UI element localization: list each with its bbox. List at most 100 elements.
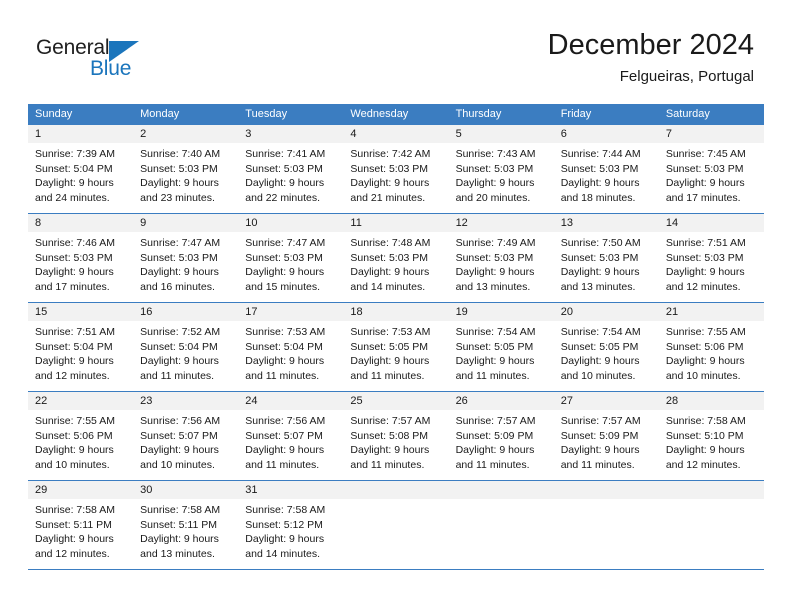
daylight-text-line1: Daylight: 9 hours (140, 533, 219, 546)
day-details: Sunrise: 7:52 AM Sunset: 5:04 PM Daylight:… (133, 321, 238, 383)
sunrise-text: Sunrise: 7:54 AM (560, 326, 641, 338)
day-number: 16 (133, 303, 239, 321)
daylight-text-line2: and 14 minutes. (245, 547, 320, 560)
sunset-text: Sunset: 5:09 PM (560, 429, 639, 442)
sunset-text: Sunset: 5:04 PM (35, 340, 113, 353)
sunset-text: Sunset: 5:05 PM (560, 340, 639, 353)
day-details: Sunrise: 7:54 AM Sunset: 5:05 PM Daylight:… (554, 321, 659, 383)
day-cell[interactable]: 16 Sunrise: 7:52 AM Sunset: 5:04 PM Dayligh… (133, 303, 239, 391)
sunset-text: Sunset: 5:03 PM (455, 162, 534, 175)
day-number: 15 (28, 303, 134, 321)
day-cell[interactable]: 4 Sunrise: 7:42 AM Sunset: 5:03 PM Daylight… (343, 125, 449, 213)
day-cell[interactable]: 8 Sunrise: 7:46 AM Sunset: 5:03 PM Daylight… (28, 214, 134, 302)
day-cell[interactable]: 17 Sunrise: 7:53 AM Sunset: 5:04 PM Dayligh… (238, 303, 344, 391)
sunset-text: Sunset: 5:07 PM (140, 429, 218, 442)
daylight-text-line1: Daylight: 9 hours (140, 266, 219, 279)
day-cell[interactable]: 14 Sunrise: 7:51 AM Sunset: 5:03 PM Dayligh… (658, 214, 764, 302)
day-cell[interactable]: 9 Sunrise: 7:47 AM Sunset: 5:03 PM Daylight… (133, 214, 239, 302)
sunset-text: Sunset: 5:03 PM (665, 162, 744, 175)
daylight-text-line2: and 14 minutes. (350, 280, 426, 293)
sunrise-text: Sunrise: 7:41 AM (245, 148, 326, 160)
sunset-text: Sunset: 5:05 PM (455, 340, 534, 353)
day-number: 13 (553, 214, 659, 232)
sunrise-text: Sunrise: 7:51 AM (35, 326, 115, 338)
day-cell[interactable]: 1 Sunrise: 7:39 AM Sunset: 5:04 PM Daylight… (28, 125, 134, 213)
daylight-text-line2: and 11 minutes. (455, 369, 530, 382)
day-cell[interactable]: 29 Sunrise: 7:58 AM Sunset: 5:11 PM Dayligh… (28, 481, 134, 569)
brand-logo[interactable]: General Blue (36, 36, 176, 88)
sunrise-text: Sunrise: 7:53 AM (245, 326, 326, 338)
sunrise-text: Sunrise: 7:43 AM (455, 148, 536, 160)
day-cell[interactable]: 31 Sunrise: 7:58 AM Sunset: 5:12 PM Dayligh… (238, 481, 344, 569)
day-cell[interactable]: 15 Sunrise: 7:51 AM Sunset: 5:04 PM Dayligh… (28, 303, 134, 391)
day-cell[interactable]: 10 Sunrise: 7:47 AM Sunset: 5:03 PM Dayligh… (238, 214, 344, 302)
day-cell[interactable]: 13 Sunrise: 7:50 AM Sunset: 5:03 PM Dayligh… (553, 214, 659, 302)
daylight-text-line2: and 16 minutes. (140, 280, 215, 293)
sunrise-text: Sunrise: 7:57 AM (350, 415, 431, 427)
day-cell[interactable]: 24 Sunrise: 7:56 AM Sunset: 5:07 PM Dayligh… (238, 392, 344, 480)
day-cell[interactable]: 26 Sunrise: 7:57 AM Sunset: 5:09 PM Dayligh… (448, 392, 554, 480)
day-cell[interactable]: 19 Sunrise: 7:54 AM Sunset: 5:05 PM Dayligh… (448, 303, 554, 391)
day-cell[interactable]: 27 Sunrise: 7:57 AM Sunset: 5:09 PM Dayligh… (553, 392, 659, 480)
day-details: Sunrise: 7:39 AM Sunset: 5:04 PM Daylight:… (28, 143, 133, 205)
sunset-text: Sunset: 5:03 PM (350, 162, 429, 175)
day-cell[interactable]: 12 Sunrise: 7:49 AM Sunset: 5:03 PM Dayligh… (448, 214, 554, 302)
day-number (448, 481, 554, 499)
daylight-text-line2: and 11 minutes. (245, 458, 320, 471)
day-number: 21 (658, 303, 764, 321)
day-cell[interactable]: 11 Sunrise: 7:48 AM Sunset: 5:03 PM Dayligh… (343, 214, 449, 302)
daylight-text-line1: Daylight: 9 hours (350, 177, 430, 190)
day-cell[interactable]: 5 Sunrise: 7:43 AM Sunset: 5:03 PM Daylight… (448, 125, 554, 213)
sunrise-text: Sunrise: 7:47 AM (140, 237, 221, 249)
daylight-text-line1: Daylight: 9 hours (560, 266, 640, 279)
day-cell[interactable]: 6 Sunrise: 7:44 AM Sunset: 5:03 PM Daylight… (553, 125, 659, 213)
day-cell[interactable]: 2 Sunrise: 7:40 AM Sunset: 5:03 PM Daylight… (133, 125, 239, 213)
sunrise-text: Sunrise: 7:58 AM (140, 504, 221, 516)
day-details: Sunrise: 7:48 AM Sunset: 5:03 PM Daylight:… (343, 232, 448, 294)
day-cell[interactable]: 18 Sunrise: 7:53 AM Sunset: 5:05 PM Dayligh… (343, 303, 449, 391)
sunrise-text: Sunrise: 7:58 AM (665, 415, 746, 427)
day-cell-empty (658, 481, 764, 569)
daylight-text-line2: and 15 minutes. (245, 280, 320, 293)
day-cell[interactable]: 7 Sunrise: 7:45 AM Sunset: 5:03 PM Daylight… (658, 125, 764, 213)
week-row: 1 Sunrise: 7:39 AM Sunset: 5:04 PM Daylight… (28, 125, 764, 214)
day-cell[interactable]: 21 Sunrise: 7:55 AM Sunset: 5:06 PM Dayligh… (658, 303, 764, 391)
sunset-text: Sunset: 5:06 PM (35, 429, 113, 442)
day-details: Sunrise: 7:47 AM Sunset: 5:03 PM Daylight:… (133, 232, 238, 294)
sunset-text: Sunset: 5:03 PM (560, 162, 639, 175)
daylight-text-line1: Daylight: 9 hours (455, 355, 535, 368)
day-cell[interactable]: 28 Sunrise: 7:58 AM Sunset: 5:10 PM Dayligh… (658, 392, 764, 480)
day-cell[interactable]: 20 Sunrise: 7:54 AM Sunset: 5:05 PM Dayligh… (553, 303, 659, 391)
sunset-text: Sunset: 5:03 PM (35, 251, 113, 264)
page-subtitle: Felgueiras, Portugal (619, 68, 754, 85)
day-number: 3 (238, 125, 344, 143)
sunrise-text: Sunrise: 7:56 AM (140, 415, 221, 427)
day-cell[interactable]: 3 Sunrise: 7:41 AM Sunset: 5:03 PM Daylight… (238, 125, 344, 213)
daylight-text-line1: Daylight: 9 hours (665, 444, 745, 457)
weekday-header-friday: Friday (560, 108, 592, 120)
daylight-text-line1: Daylight: 9 hours (35, 355, 114, 368)
sunset-text: Sunset: 5:11 PM (35, 518, 112, 531)
day-cell[interactable]: 30 Sunrise: 7:58 AM Sunset: 5:11 PM Dayligh… (133, 481, 239, 569)
day-details: Sunrise: 7:51 AM Sunset: 5:03 PM Daylight:… (659, 232, 764, 294)
day-cell[interactable]: 22 Sunrise: 7:55 AM Sunset: 5:06 PM Dayligh… (28, 392, 134, 480)
sunset-text: Sunset: 5:04 PM (245, 340, 323, 353)
sunrise-text: Sunrise: 7:44 AM (560, 148, 641, 160)
daylight-text-line1: Daylight: 9 hours (560, 444, 640, 457)
daylight-text-line2: and 11 minutes. (560, 458, 635, 471)
sunrise-text: Sunrise: 7:52 AM (140, 326, 221, 338)
day-cell-empty (343, 481, 449, 569)
daylight-text-line1: Daylight: 9 hours (560, 177, 640, 190)
daylight-text-line1: Daylight: 9 hours (140, 444, 219, 457)
day-cell[interactable]: 23 Sunrise: 7:56 AM Sunset: 5:07 PM Dayligh… (133, 392, 239, 480)
daylight-text-line1: Daylight: 9 hours (350, 266, 430, 279)
daylight-text-line2: and 10 minutes. (560, 369, 636, 382)
daylight-text-line1: Daylight: 9 hours (35, 266, 114, 279)
sunset-text: Sunset: 5:10 PM (665, 429, 744, 442)
daylight-text-line2: and 10 minutes. (665, 369, 741, 382)
day-number: 23 (133, 392, 239, 410)
weekday-header-wednesday: Wednesday (350, 108, 409, 120)
day-cell[interactable]: 25 Sunrise: 7:57 AM Sunset: 5:08 PM Dayligh… (343, 392, 449, 480)
sunset-text: Sunset: 5:11 PM (140, 518, 217, 531)
week-row: 29 Sunrise: 7:58 AM Sunset: 5:11 PM Dayligh… (28, 481, 764, 570)
